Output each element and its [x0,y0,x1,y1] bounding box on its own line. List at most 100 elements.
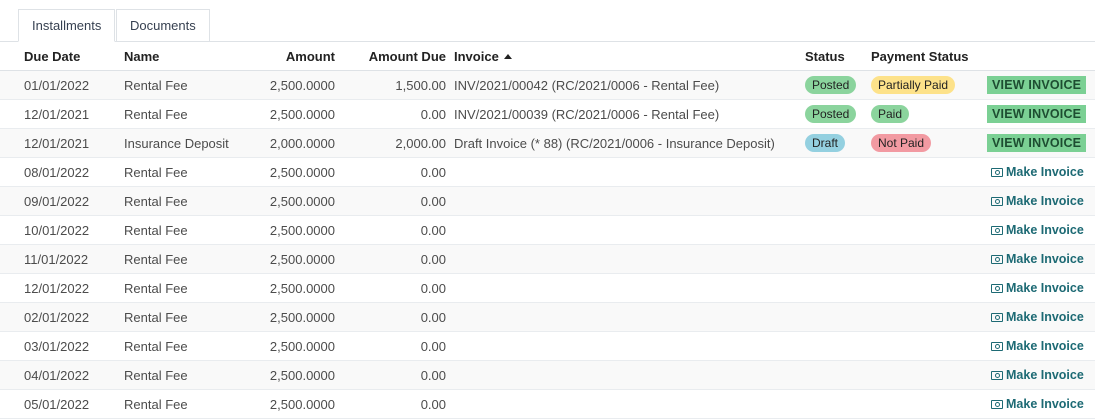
view-invoice-button[interactable]: VIEW INVOICE [987,134,1087,152]
cell-name: Rental Fee [120,70,252,100]
tab-installments[interactable]: Installments [18,9,116,42]
tab-bar: Installments Documents [0,0,1095,42]
col-amount-due[interactable]: Amount Due [339,42,450,71]
table-row[interactable]: 05/01/2022 Rental Fee 2,500.0000 0.00 Make I… [0,389,1095,419]
cell-payment-status [867,186,975,216]
cell-amount: 2,500.0000 [252,331,339,361]
cell-amount-due: 0.00 [339,186,450,216]
cell-due-date: 02/01/2022 [0,302,120,332]
cell-amount: 2,500.0000 [252,244,339,274]
cell-action: Make Invoice [975,186,1095,216]
cell-due-date: 11/01/2022 [0,244,120,274]
cell-payment-status [867,360,975,390]
cell-invoice: INV/2021/00042 (RC/2021/0006 - Rental Fe… [450,70,801,100]
sort-asc-icon [503,53,512,59]
cell-due-date: 12/01/2021 [0,128,120,158]
make-invoice-button[interactable]: Make Invoice [991,281,1084,295]
cell-payment-status: Not Paid [867,128,975,158]
cell-due-date: 12/01/2021 [0,99,120,129]
cell-amount: 2,500.0000 [252,360,339,390]
col-amount[interactable]: Amount [252,42,339,71]
money-icon [991,399,1003,409]
status-badge: Posted [805,76,857,94]
cell-due-date: 01/01/2022 [0,70,120,100]
table-row[interactable]: 12/01/2021 Rental Fee 2,500.0000 0.00 INV/20… [0,99,1095,129]
table-row[interactable]: 12/01/2022 Rental Fee 2,500.0000 0.00 Make I… [0,273,1095,303]
cell-status [801,186,867,216]
cell-amount: 2,500.0000 [252,215,339,245]
money-icon [991,225,1003,235]
col-due-date[interactable]: Due Date [0,42,120,71]
money-icon [991,312,1003,322]
cell-status [801,360,867,390]
table-row[interactable]: 03/01/2022 Rental Fee 2,500.0000 0.00 Make I… [0,331,1095,361]
money-icon [991,196,1003,206]
cell-payment-status [867,302,975,332]
cell-status: Posted [801,70,867,100]
cell-action: Make Invoice [975,157,1095,187]
make-invoice-label: Make Invoice [1006,194,1084,208]
cell-amount-due: 0.00 [339,273,450,303]
col-status[interactable]: Status [801,42,867,71]
cell-name: Insurance Deposit [120,128,252,158]
col-actions [975,42,1095,71]
make-invoice-button[interactable]: Make Invoice [991,223,1084,237]
cell-name: Rental Fee [120,389,252,419]
table-row[interactable]: 04/01/2022 Rental Fee 2,500.0000 0.00 Make I… [0,360,1095,390]
cell-action: VIEW INVOICE [975,70,1095,100]
make-invoice-button[interactable]: Make Invoice [991,339,1084,353]
money-icon [991,254,1003,264]
cell-name: Rental Fee [120,186,252,216]
make-invoice-label: Make Invoice [1006,310,1084,324]
money-icon [991,283,1003,293]
make-invoice-button[interactable]: Make Invoice [991,165,1084,179]
tab-documents[interactable]: Documents [116,9,210,41]
cell-status [801,273,867,303]
table-row[interactable]: 09/01/2022 Rental Fee 2,500.0000 0.00 Make I… [0,186,1095,216]
cell-due-date: 04/01/2022 [0,360,120,390]
table-row[interactable]: 02/01/2022 Rental Fee 2,500.0000 0.00 Make I… [0,302,1095,332]
cell-name: Rental Fee [120,273,252,303]
cell-name: Rental Fee [120,244,252,274]
cell-status: Draft [801,128,867,158]
make-invoice-button[interactable]: Make Invoice [991,368,1084,382]
make-invoice-label: Make Invoice [1006,223,1084,237]
view-invoice-button[interactable]: VIEW INVOICE [987,76,1087,94]
col-payment-status[interactable]: Payment Status [867,42,975,71]
table-row[interactable]: 10/01/2022 Rental Fee 2,500.0000 0.00 Make I… [0,215,1095,245]
col-name[interactable]: Name [120,42,252,71]
table-row[interactable]: 12/01/2021 Insurance Deposit 2,000.0000 2,0… [0,128,1095,158]
make-invoice-button[interactable]: Make Invoice [991,194,1084,208]
table-row[interactable]: 01/01/2022 Rental Fee 2,500.0000 1,500.00 IN… [0,70,1095,100]
table-row[interactable]: 11/01/2022 Rental Fee 2,500.0000 0.00 Make I… [0,244,1095,274]
cell-payment-status [867,331,975,361]
cell-invoice [450,273,801,303]
table-row[interactable]: 08/01/2022 Rental Fee 2,500.0000 0.00 Make I… [0,157,1095,187]
make-invoice-button[interactable]: Make Invoice [991,310,1084,324]
table-header: Due Date Name Amount Amount Due Invoice … [0,42,1095,71]
view-invoice-button[interactable]: VIEW INVOICE [987,105,1087,123]
cell-payment-status [867,215,975,245]
cell-amount-due: 0.00 [339,331,450,361]
cell-payment-status [867,273,975,303]
cell-due-date: 05/01/2022 [0,389,120,419]
cell-payment-status: Partially Paid [867,70,975,100]
cell-amount: 2,500.0000 [252,157,339,187]
cell-due-date: 08/01/2022 [0,157,120,187]
make-invoice-label: Make Invoice [1006,339,1084,353]
cell-name: Rental Fee [120,99,252,129]
cell-invoice [450,186,801,216]
make-invoice-label: Make Invoice [1006,281,1084,295]
col-invoice[interactable]: Invoice [450,42,801,71]
status-badge: Posted [805,105,857,123]
cell-invoice: Draft Invoice (* 88) (RC/2021/0006 - Ins… [450,128,801,158]
cell-amount-due: 0.00 [339,99,450,129]
col-invoice-label: Invoice [454,48,499,64]
cell-amount-due: 1,500.00 [339,70,450,100]
payment-status-badge: Not Paid [871,134,932,152]
cell-amount: 2,500.0000 [252,302,339,332]
money-icon [991,167,1003,177]
cell-action: VIEW INVOICE [975,99,1095,129]
make-invoice-button[interactable]: Make Invoice [991,252,1084,266]
cell-invoice [450,331,801,361]
